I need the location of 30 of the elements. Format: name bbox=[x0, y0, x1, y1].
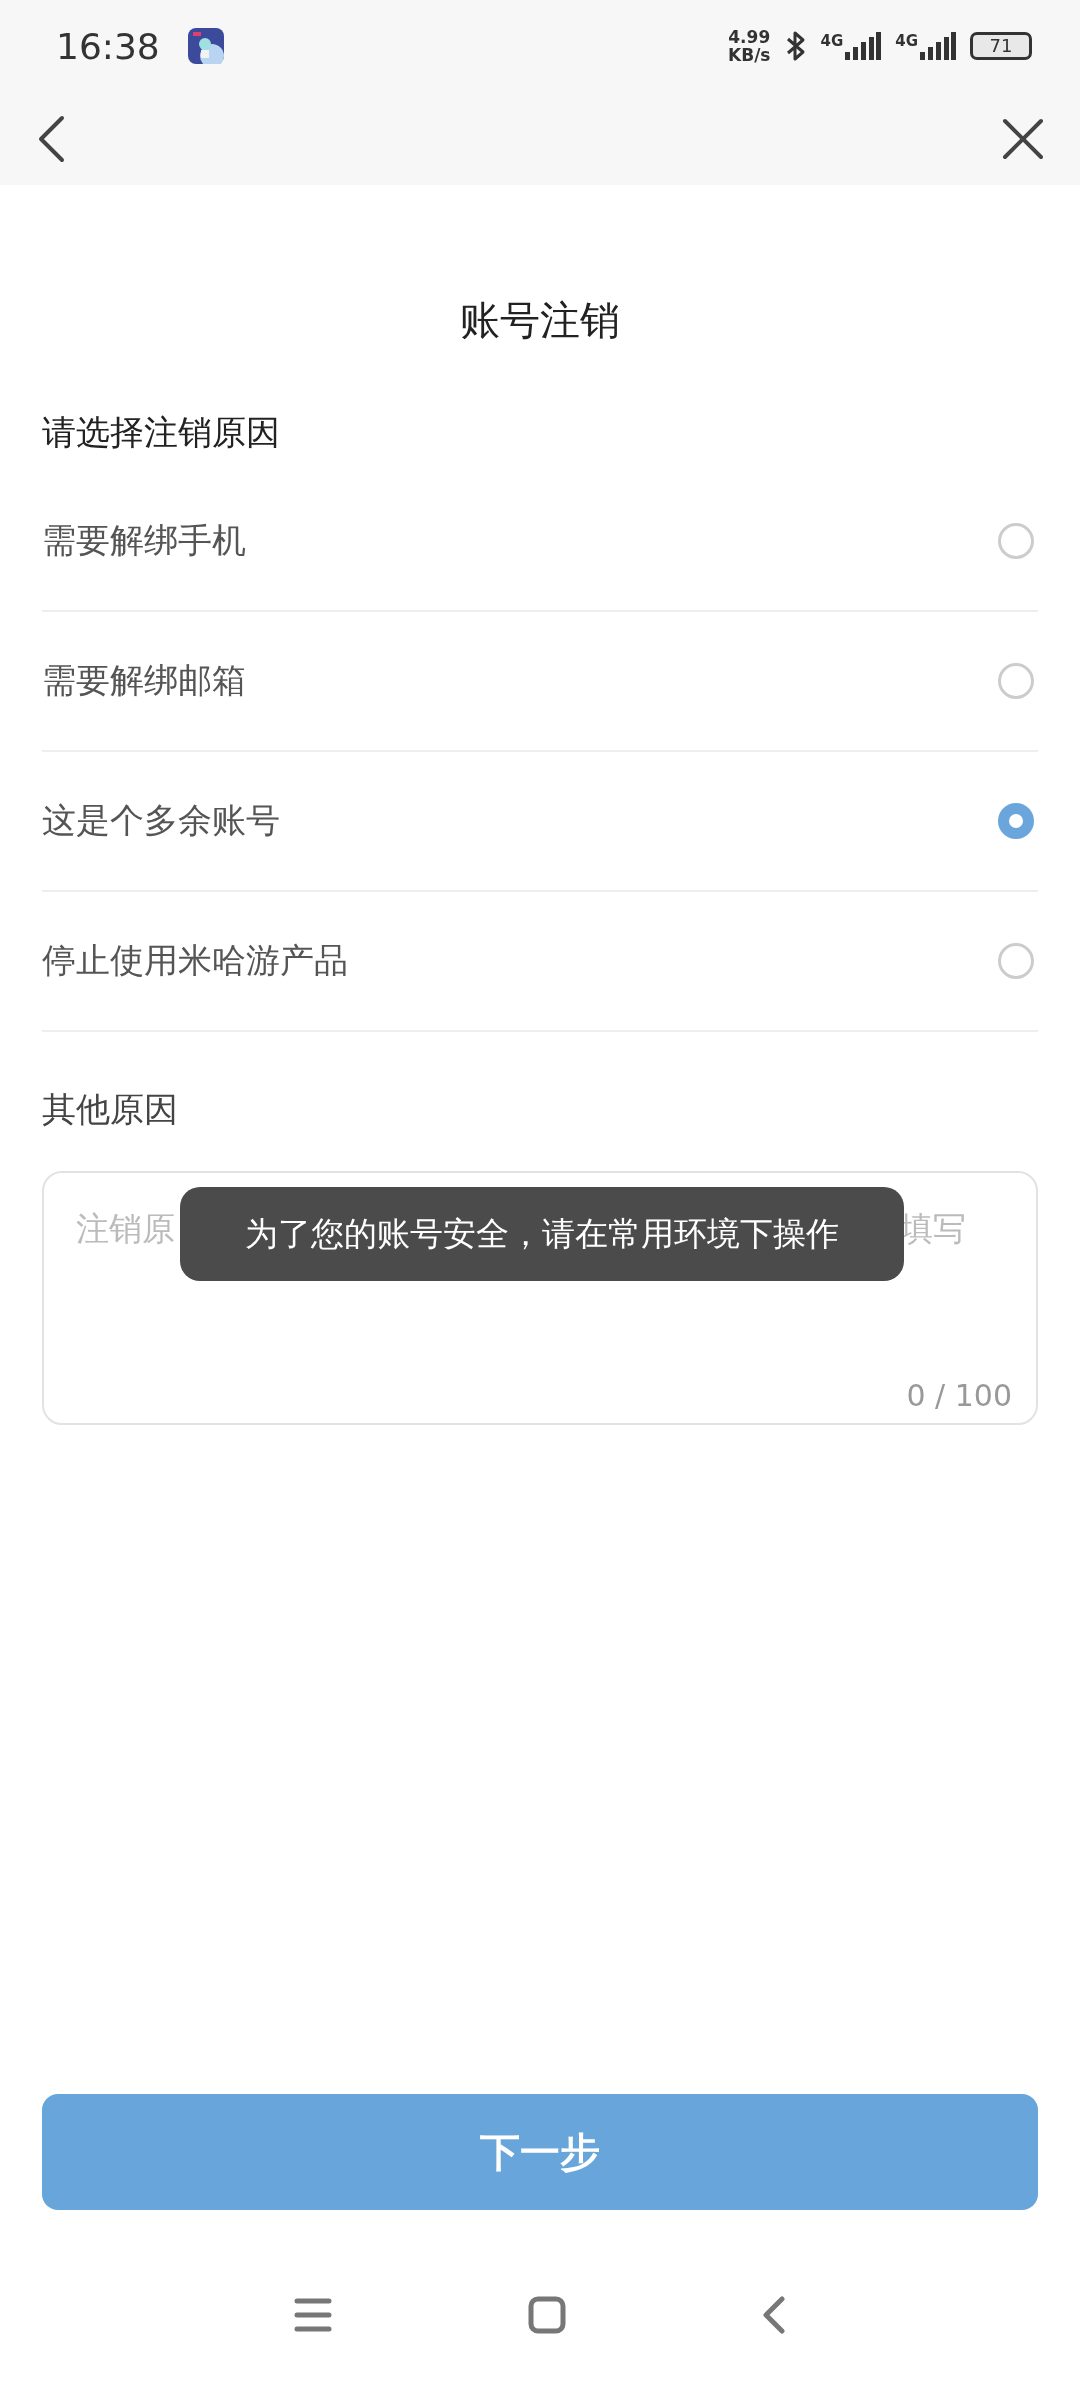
section-label: 其他原因 bbox=[42, 1088, 179, 1131]
clock-time: 16:38 bbox=[56, 25, 160, 67]
reason-option[interactable]: 这是个多余账号 bbox=[42, 752, 1038, 892]
close-icon[interactable] bbox=[1002, 117, 1044, 160]
page-title: 账号注销 bbox=[459, 296, 621, 345]
reason-option[interactable]: 停止使用米哈游产品 bbox=[42, 892, 1038, 1032]
placeholder-text: 注销原 bbox=[76, 1208, 175, 1250]
app-icon bbox=[187, 28, 224, 64]
speed-value: 4.99 bbox=[728, 28, 771, 46]
radio-button[interactable] bbox=[998, 523, 1034, 559]
radio-selected[interactable] bbox=[998, 803, 1034, 839]
signal-icon bbox=[845, 32, 882, 60]
back-icon[interactable] bbox=[762, 2296, 786, 2334]
reason-text-field[interactable]: 注销原 填写 0 / 100 为了您的账号安全，请在常用环境下操作 bbox=[42, 1171, 1038, 1425]
signal-icon bbox=[920, 32, 956, 60]
home-icon[interactable] bbox=[528, 2296, 566, 2334]
radio-button[interactable] bbox=[998, 663, 1034, 699]
reason-option[interactable]: 需要解绑手机 bbox=[42, 472, 1038, 612]
character-counter: 0 / 100 bbox=[906, 1378, 1012, 1413]
menu-icon[interactable] bbox=[294, 2296, 332, 2334]
radio-button[interactable] bbox=[998, 943, 1034, 979]
bluetooth-icon bbox=[784, 30, 807, 62]
back-icon[interactable] bbox=[36, 114, 66, 163]
speed-unit: KB/s bbox=[728, 46, 771, 64]
reason-option[interactable]: 需要解绑邮箱 bbox=[42, 612, 1038, 752]
toast-message: 为了您的账号安全，请在常用环境下操作 bbox=[180, 1187, 904, 1281]
network-type: 4G bbox=[895, 32, 918, 50]
section-label: 请选择注销原因 bbox=[42, 411, 281, 454]
network-type: 4G bbox=[820, 32, 844, 50]
battery-level: 71 bbox=[989, 37, 1013, 55]
